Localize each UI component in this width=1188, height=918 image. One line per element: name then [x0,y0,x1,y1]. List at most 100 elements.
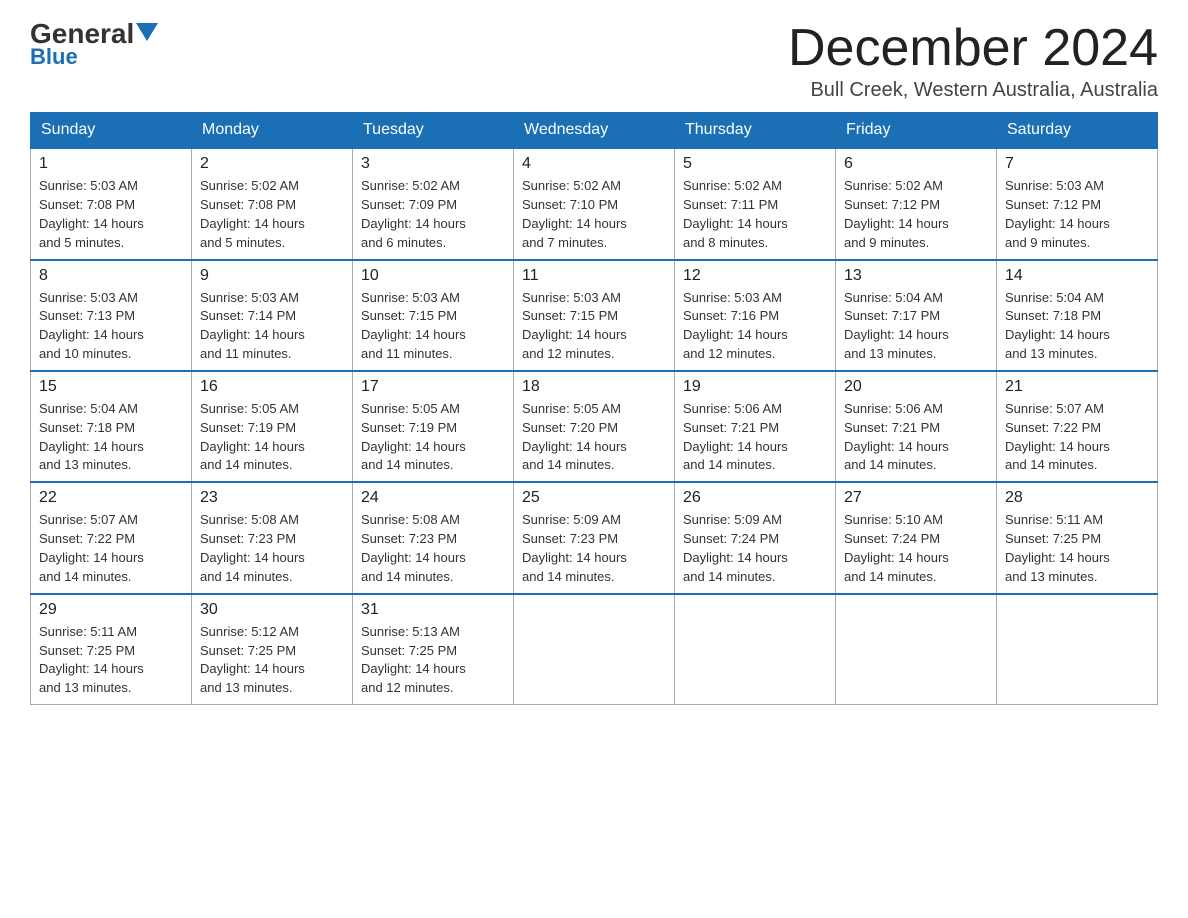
calendar-cell: 15Sunrise: 5:04 AMSunset: 7:18 PMDayligh… [31,371,192,482]
calendar-cell: 3 Sunrise: 5:02 AMSunset: 7:09 PMDaylight… [353,148,514,259]
day-info: Sunrise: 5:11 AMSunset: 7:25 PMDaylight:… [1005,511,1149,586]
calendar-cell: 28Sunrise: 5:11 AMSunset: 7:25 PMDayligh… [997,482,1158,593]
calendar-cell [675,594,836,705]
weekday-header-tuesday: Tuesday [353,113,514,149]
day-number: 24 [361,489,505,507]
day-info: Sunrise: 5:09 AMSunset: 7:24 PMDaylight:… [683,511,827,586]
day-number: 10 [361,267,505,285]
calendar-week-row: 22Sunrise: 5:07 AMSunset: 7:22 PMDayligh… [31,482,1158,593]
day-number: 27 [844,489,988,507]
day-number: 8 [39,267,183,285]
day-number: 5 [683,155,827,173]
day-number: 18 [522,378,666,396]
location-title: Bull Creek, Western Australia, Australia [788,79,1158,102]
day-info: Sunrise: 5:04 AMSunset: 7:17 PMDaylight:… [844,289,988,364]
calendar-cell [836,594,997,705]
day-number: 23 [200,489,344,507]
day-info: Sunrise: 5:02 AMSunset: 7:12 PMDaylight:… [844,177,988,252]
calendar-cell: 7 Sunrise: 5:03 AMSunset: 7:12 PMDaylight… [997,148,1158,259]
day-number: 22 [39,489,183,507]
weekday-header-sunday: Sunday [31,113,192,149]
calendar-cell: 10 Sunrise: 5:03 AMSunset: 7:15 PMDayligh… [353,260,514,371]
calendar-cell: 11 Sunrise: 5:03 AMSunset: 7:15 PMDayligh… [514,260,675,371]
calendar-cell: 20Sunrise: 5:06 AMSunset: 7:21 PMDayligh… [836,371,997,482]
calendar-cell [514,594,675,705]
calendar-cell: 31Sunrise: 5:13 AMSunset: 7:25 PMDayligh… [353,594,514,705]
calendar-cell: 4 Sunrise: 5:02 AMSunset: 7:10 PMDaylight… [514,148,675,259]
day-number: 3 [361,155,505,173]
day-info: Sunrise: 5:13 AMSunset: 7:25 PMDaylight:… [361,623,505,698]
day-info: Sunrise: 5:05 AMSunset: 7:19 PMDaylight:… [200,400,344,475]
day-info: Sunrise: 5:02 AMSunset: 7:10 PMDaylight:… [522,177,666,252]
day-info: Sunrise: 5:03 AMSunset: 7:08 PMDaylight:… [39,177,183,252]
day-info: Sunrise: 5:02 AMSunset: 7:09 PMDaylight:… [361,177,505,252]
calendar-cell: 29Sunrise: 5:11 AMSunset: 7:25 PMDayligh… [31,594,192,705]
title-area: December 2024 Bull Creek, Western Austra… [788,20,1158,102]
day-info: Sunrise: 5:07 AMSunset: 7:22 PMDaylight:… [1005,400,1149,475]
day-number: 30 [200,601,344,619]
day-info: Sunrise: 5:09 AMSunset: 7:23 PMDaylight:… [522,511,666,586]
day-number: 1 [39,155,183,173]
calendar-body: 1 Sunrise: 5:03 AMSunset: 7:08 PMDaylight… [31,148,1158,704]
weekday-header-monday: Monday [192,113,353,149]
calendar-cell: 19 Sunrise: 5:06 AMSunset: 7:21 PMDayligh… [675,371,836,482]
day-info: Sunrise: 5:04 AMSunset: 7:18 PMDaylight:… [1005,289,1149,364]
day-number: 19 [683,378,827,396]
day-info: Sunrise: 5:06 AMSunset: 7:21 PMDaylight:… [683,400,827,475]
day-info: Sunrise: 5:12 AMSunset: 7:25 PMDaylight:… [200,623,344,698]
calendar-cell [997,594,1158,705]
calendar-cell: 25 Sunrise: 5:09 AMSunset: 7:23 PMDayligh… [514,482,675,593]
day-info: Sunrise: 5:03 AMSunset: 7:15 PMDaylight:… [361,289,505,364]
page-header: General Blue December 2024 Bull Creek, W… [30,20,1158,102]
weekday-header-saturday: Saturday [997,113,1158,149]
calendar-cell: 21 Sunrise: 5:07 AMSunset: 7:22 PMDayligh… [997,371,1158,482]
day-info: Sunrise: 5:03 AMSunset: 7:16 PMDaylight:… [683,289,827,364]
day-number: 4 [522,155,666,173]
calendar-cell: 12 Sunrise: 5:03 AMSunset: 7:16 PMDayligh… [675,260,836,371]
day-info: Sunrise: 5:05 AMSunset: 7:20 PMDaylight:… [522,400,666,475]
logo: General Blue [30,20,158,70]
calendar-cell: 14Sunrise: 5:04 AMSunset: 7:18 PMDayligh… [997,260,1158,371]
day-number: 13 [844,267,988,285]
calendar-cell: 30 Sunrise: 5:12 AMSunset: 7:25 PMDayligh… [192,594,353,705]
calendar-cell: 8 Sunrise: 5:03 AMSunset: 7:13 PMDaylight… [31,260,192,371]
calendar-week-row: 8 Sunrise: 5:03 AMSunset: 7:13 PMDaylight… [31,260,1158,371]
day-info: Sunrise: 5:02 AMSunset: 7:11 PMDaylight:… [683,177,827,252]
calendar-cell: 27 Sunrise: 5:10 AMSunset: 7:24 PMDayligh… [836,482,997,593]
day-info: Sunrise: 5:03 AMSunset: 7:12 PMDaylight:… [1005,177,1149,252]
day-number: 26 [683,489,827,507]
day-number: 25 [522,489,666,507]
day-info: Sunrise: 5:03 AMSunset: 7:14 PMDaylight:… [200,289,344,364]
day-info: Sunrise: 5:11 AMSunset: 7:25 PMDaylight:… [39,623,183,698]
day-number: 7 [1005,155,1149,173]
calendar-header-row: SundayMondayTuesdayWednesdayThursdayFrid… [31,113,1158,149]
day-number: 21 [1005,378,1149,396]
weekday-header-friday: Friday [836,113,997,149]
calendar-table: SundayMondayTuesdayWednesdayThursdayFrid… [30,112,1158,705]
day-info: Sunrise: 5:06 AMSunset: 7:21 PMDaylight:… [844,400,988,475]
calendar-cell: 2 Sunrise: 5:02 AMSunset: 7:08 PMDaylight… [192,148,353,259]
day-number: 9 [200,267,344,285]
calendar-cell: 16 Sunrise: 5:05 AMSunset: 7:19 PMDayligh… [192,371,353,482]
weekday-header-thursday: Thursday [675,113,836,149]
day-info: Sunrise: 5:08 AMSunset: 7:23 PMDaylight:… [361,511,505,586]
day-info: Sunrise: 5:03 AMSunset: 7:13 PMDaylight:… [39,289,183,364]
day-number: 16 [200,378,344,396]
calendar-week-row: 1 Sunrise: 5:03 AMSunset: 7:08 PMDaylight… [31,148,1158,259]
day-number: 17 [361,378,505,396]
calendar-cell: 23Sunrise: 5:08 AMSunset: 7:23 PMDayligh… [192,482,353,593]
calendar-cell: 18 Sunrise: 5:05 AMSunset: 7:20 PMDayligh… [514,371,675,482]
calendar-cell: 9 Sunrise: 5:03 AMSunset: 7:14 PMDaylight… [192,260,353,371]
calendar-cell: 6Sunrise: 5:02 AMSunset: 7:12 PMDaylight… [836,148,997,259]
day-info: Sunrise: 5:10 AMSunset: 7:24 PMDaylight:… [844,511,988,586]
day-number: 2 [200,155,344,173]
calendar-cell: 13 Sunrise: 5:04 AMSunset: 7:17 PMDayligh… [836,260,997,371]
weekday-header-wednesday: Wednesday [514,113,675,149]
day-number: 11 [522,267,666,285]
day-info: Sunrise: 5:02 AMSunset: 7:08 PMDaylight:… [200,177,344,252]
month-title: December 2024 [788,20,1158,77]
calendar-cell: 26 Sunrise: 5:09 AMSunset: 7:24 PMDayligh… [675,482,836,593]
day-info: Sunrise: 5:03 AMSunset: 7:15 PMDaylight:… [522,289,666,364]
day-number: 12 [683,267,827,285]
calendar-cell: 22Sunrise: 5:07 AMSunset: 7:22 PMDayligh… [31,482,192,593]
